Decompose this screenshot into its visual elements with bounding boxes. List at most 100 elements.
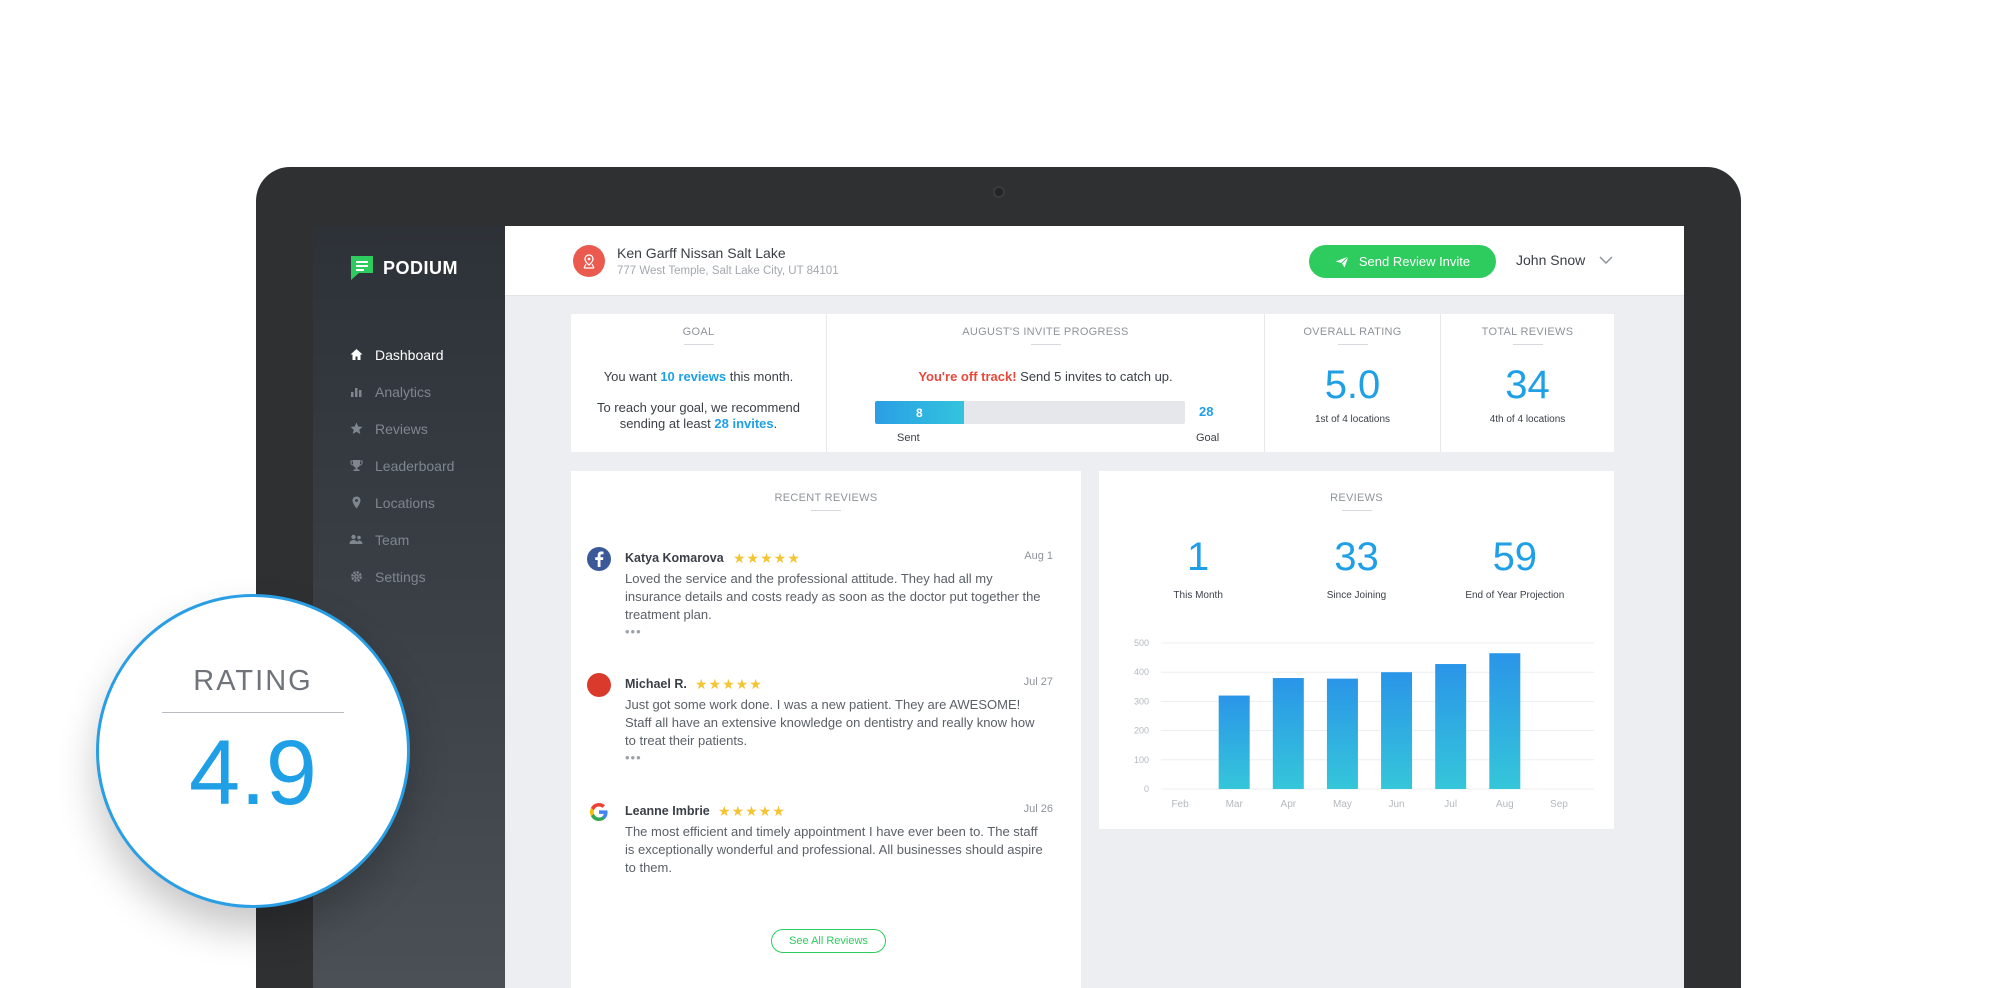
x-tick-label: Mar bbox=[1226, 799, 1244, 810]
podium-logo-icon bbox=[351, 256, 373, 280]
y-tick-label: 500 bbox=[1134, 638, 1149, 648]
sidebar-item-reviews[interactable]: Reviews bbox=[313, 410, 505, 447]
rating-badge-value: 4.9 bbox=[189, 722, 317, 824]
trophy-icon bbox=[349, 459, 363, 473]
goal-text: . bbox=[773, 416, 778, 431]
recent-reviews-card: RECENT REVIEWS Katya Komarova ★★★★★ Aug … bbox=[571, 471, 1081, 988]
sidebar-item-label: Team bbox=[375, 531, 410, 548]
reviews-chart-card: REVIEWS 1 This Month 33 Since Joining 59… bbox=[1099, 471, 1614, 829]
bar-mar[interactable] bbox=[1218, 695, 1250, 789]
divider bbox=[683, 344, 714, 345]
review-date: Jul 27 bbox=[1023, 676, 1053, 688]
review-text: The most efficient and timely appointmen… bbox=[625, 824, 1043, 875]
kpi-value: 1 bbox=[1187, 535, 1210, 579]
sidebar-item-locations[interactable]: Locations bbox=[313, 484, 505, 521]
x-tick-label: Feb bbox=[1171, 799, 1189, 810]
rating-badge: RATING 4.9 bbox=[96, 594, 410, 908]
invite-progress-message: You're off track! Send 5 invites to catc… bbox=[827, 369, 1264, 384]
goal-title: GOAL bbox=[682, 326, 715, 338]
kpi-value: 59 bbox=[1492, 535, 1538, 579]
x-tick-label: May bbox=[1333, 799, 1352, 810]
send-review-invite-button[interactable]: Send Review Invite bbox=[1309, 245, 1496, 278]
bar-jun[interactable] bbox=[1381, 672, 1413, 789]
total-reviews-subtitle: 4th of 4 locations bbox=[1489, 414, 1566, 425]
off-track-alert: You're off track! bbox=[918, 369, 1017, 384]
star-rating-icon: ★★★★★ bbox=[733, 550, 801, 566]
user-menu[interactable]: John Snow bbox=[1516, 252, 1613, 268]
bar-may[interactable] bbox=[1326, 678, 1358, 789]
facebook-icon bbox=[587, 547, 611, 571]
reviews-bar-chart: 0 100 200 300 400 500 Feb Mar Apr May Jun Jul Aug Sep bbox=[1134, 638, 1594, 810]
see-all-reviews-button[interactable]: See All Reviews bbox=[771, 929, 886, 953]
y-tick-label: 300 bbox=[1134, 696, 1149, 706]
camera-icon bbox=[993, 186, 1005, 198]
kpi-end-of-year-projection: 59 End of Year Projection bbox=[1440, 535, 1590, 601]
sidebar-item-team[interactable]: Team bbox=[313, 521, 505, 558]
sidebar-item-label: Leaderboard bbox=[375, 457, 455, 474]
bar-jul[interactable] bbox=[1435, 664, 1467, 789]
divider bbox=[1341, 510, 1372, 511]
red-circle-icon bbox=[587, 673, 611, 697]
location-address: 777 West Temple, Salt Lake City, UT 8410… bbox=[617, 265, 839, 277]
x-tick-label: Jul bbox=[1444, 799, 1457, 810]
map-pin-icon bbox=[349, 496, 363, 510]
total-reviews-title: TOTAL REVIEWS bbox=[1481, 326, 1574, 338]
bar-aug[interactable] bbox=[1489, 653, 1521, 789]
google-icon bbox=[587, 800, 611, 824]
sidebar-item-label: Analytics bbox=[375, 383, 432, 400]
home-icon bbox=[349, 348, 363, 362]
invite-progress-section: AUGUST'S INVITE PROGRESS You're off trac… bbox=[827, 314, 1265, 452]
kpi-label: End of Year Projection bbox=[1465, 590, 1565, 601]
star-rating-icon: ★★★★★ bbox=[718, 803, 786, 819]
podium-logo[interactable]: PODIUM bbox=[349, 254, 458, 282]
bar-apr[interactable] bbox=[1272, 678, 1304, 789]
sidebar-item-dashboard[interactable]: Dashboard bbox=[313, 336, 505, 373]
invite-progress-title: AUGUST'S INVITE PROGRESS bbox=[962, 326, 1129, 338]
kpi-this-month: 1 This Month bbox=[1123, 535, 1273, 601]
recent-reviews-title: RECENT REVIEWS bbox=[774, 492, 878, 504]
star-rating-icon: ★★★★★ bbox=[695, 676, 763, 692]
more-icon[interactable]: ••• bbox=[625, 624, 642, 639]
goal-label: Goal bbox=[1196, 432, 1220, 444]
x-tick-label: Aug bbox=[1496, 799, 1514, 810]
overall-rating-value: 5.0 bbox=[1324, 363, 1381, 407]
user-name: John Snow bbox=[1516, 252, 1586, 268]
kpi-label: This Month bbox=[1173, 590, 1223, 601]
x-tick-label: Sep bbox=[1550, 799, 1568, 810]
location-name[interactable]: Ken Garff Nissan Salt Lake bbox=[617, 245, 786, 261]
overall-rating-title: OVERALL RATING bbox=[1303, 326, 1402, 338]
y-tick-label: 400 bbox=[1134, 667, 1149, 677]
reviewer-name: Katya Komarova bbox=[625, 551, 724, 565]
sidebar-item-label: Locations bbox=[375, 494, 435, 511]
sidebar-item-label: Settings bbox=[375, 568, 426, 585]
kpi-label: Since Joining bbox=[1326, 590, 1387, 601]
send-review-invite-label: Send Review Invite bbox=[1358, 254, 1471, 269]
x-tick-label: Apr bbox=[1281, 799, 1297, 810]
goal-text: this month. bbox=[726, 369, 794, 384]
sidebar-nav: Dashboard Analytics Reviews Leaderboard bbox=[313, 336, 505, 595]
invite-progress-bar: 8 bbox=[875, 401, 1185, 424]
overall-rating-section: OVERALL RATING 5.0 1st of 4 locations bbox=[1265, 314, 1441, 452]
reviews-summary-title: REVIEWS bbox=[1330, 492, 1383, 504]
top-header: Ken Garff Nissan Salt Lake 777 West Temp… bbox=[505, 226, 1684, 296]
sidebar-item-label: Reviews bbox=[375, 420, 428, 437]
kpi-since-joining: 33 Since Joining bbox=[1281, 535, 1431, 601]
sidebar-item-leaderboard[interactable]: Leaderboard bbox=[313, 447, 505, 484]
goal-reviews-highlight: 10 reviews bbox=[660, 369, 727, 384]
y-tick-label: 0 bbox=[1144, 784, 1149, 794]
divider bbox=[1512, 344, 1543, 345]
y-tick-label: 200 bbox=[1134, 726, 1149, 736]
total-reviews-section: TOTAL REVIEWS 34 4th of 4 locations bbox=[1441, 314, 1614, 452]
divider bbox=[162, 712, 344, 713]
stats-panel: GOAL You want 10 reviews this month. To … bbox=[571, 314, 1614, 452]
sidebar-item-settings[interactable]: Settings bbox=[313, 558, 505, 595]
sidebar-item-analytics[interactable]: Analytics bbox=[313, 373, 505, 410]
divider bbox=[811, 510, 841, 511]
paper-plane-icon bbox=[1335, 255, 1349, 267]
goal-line-2: To reach your goal, we recommend sending… bbox=[571, 400, 826, 432]
sent-label: Sent bbox=[897, 432, 920, 444]
more-icon[interactable]: ••• bbox=[625, 750, 642, 765]
review-kpis: 1 This Month 33 Since Joining 59 End of … bbox=[1099, 535, 1614, 601]
location-pin-icon bbox=[573, 245, 605, 277]
brand-name: PODIUM bbox=[383, 257, 458, 278]
